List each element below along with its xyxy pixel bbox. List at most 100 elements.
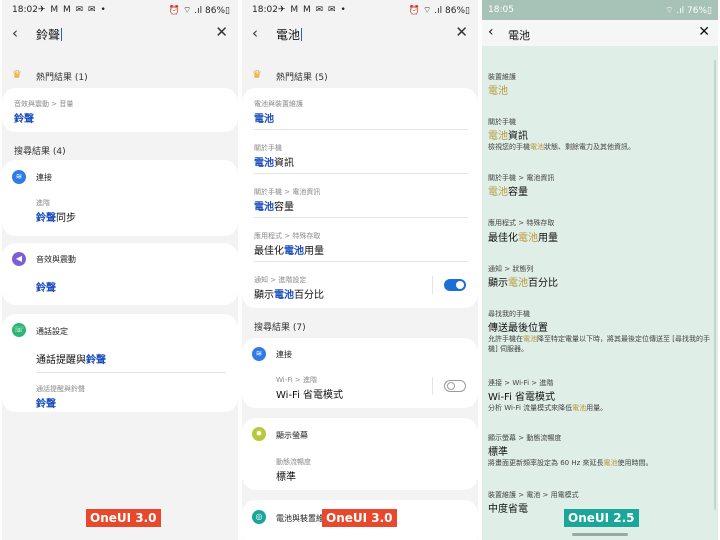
result-summary: 將畫面更新頻率設定為 60 Hz 來延長電池使用時間。 [488, 459, 653, 467]
status-time: 18:05 [488, 5, 514, 15]
result-value: 電池容量 [488, 187, 528, 198]
result-value: 電池資訊 [254, 158, 294, 169]
status-right: ⏰ ⌔ .ıl 86%▯ [408, 6, 470, 16]
category-label: 電池與裝置維 [276, 514, 324, 523]
notification-icons: ✈ M M ✉ ✉ • [38, 5, 107, 15]
divider [36, 372, 226, 373]
result-value: 電池 [488, 86, 508, 97]
result-value: Wi-Fi 省電模式 [276, 390, 344, 401]
top-result-card[interactable]: 音效與震動 > 音量 鈴聲 [2, 88, 238, 132]
result-path: 音效與震動 > 音量 [14, 100, 74, 108]
divider [254, 261, 468, 262]
category-card-sounds: ◀ 音效與震動 鈴聲 [2, 243, 238, 305]
result-value[interactable]: 鈴聲 [36, 279, 56, 294]
scrollbar[interactable] [714, 60, 716, 510]
version-badge: OneUI 3.0 [86, 509, 161, 527]
divider [254, 217, 468, 218]
divider [432, 276, 433, 294]
text-cursor [61, 28, 63, 41]
result-path: 動態流暢度 [276, 458, 311, 466]
top-results-card: 電池與裝置維護 電池 關於手機 電池資訊 關於手機 > 電池資訊 電池容量 應用… [242, 88, 478, 308]
divider [432, 377, 433, 395]
result-path: 關於手機 > 電池資訊 [254, 188, 321, 196]
result-path: 裝置維護 > 電池 > 用電模式 [488, 491, 579, 499]
close-icon[interactable]: ✕ [698, 24, 710, 40]
result-value: 最佳化電池用量 [488, 233, 558, 244]
back-arrow-icon[interactable]: ‹ [252, 24, 258, 42]
divider [254, 129, 468, 130]
result-value: 標準 [488, 447, 508, 458]
wifi-icon: ≋ [252, 347, 266, 361]
result-path: 關於手機 [254, 144, 282, 152]
speaker-icon: ◀ [12, 252, 26, 266]
search-results-header: 搜尋結果 (7) [254, 323, 306, 333]
search-input[interactable]: 電池 [276, 26, 303, 43]
category-label: 連接 [36, 173, 52, 182]
wifi-power-saving-toggle[interactable] [444, 380, 466, 392]
result-value: 電池 [254, 114, 274, 125]
result-value: 顯示電池百分比 [488, 278, 558, 289]
result-path: 通知 > 狀態列 [488, 265, 534, 273]
result-value: 鈴聲 [14, 114, 34, 125]
version-badge: OneUI 2.5 [564, 509, 639, 527]
result-path: 通知 > 進階設定 [254, 276, 307, 284]
sun-icon: ✹ [252, 427, 266, 441]
result-path: 進階 [36, 199, 50, 207]
top-results-header: 熱門結果 (5) [276, 73, 328, 83]
oneui25-battery-panel: 18:05 ⌔ .ıl 76%▯ ‹ 電池 ✕ 裝置維護 電池 關於手機 電池資… [482, 0, 718, 540]
close-icon[interactable]: ✕ [455, 23, 468, 41]
result-summary: 檢視您的手機電池狀態、剩餘電力及其他資訊。 [488, 143, 635, 151]
category-card-call-settings: ☏ 通話設定 通話提醒與鈴聲 通話提醒與鈴聲 鈴聲 [2, 314, 238, 412]
category-card-display: ✹ 顯示螢幕 動態流暢度 標準 [242, 418, 478, 490]
search-input[interactable]: 電池 [508, 27, 530, 43]
navigation-handle[interactable] [572, 533, 628, 536]
result-path: 尋找我的手機 [488, 310, 530, 318]
category-card-connections: ≋ 連接 Wi-Fi > 進階 Wi-Fi 省電模式 [242, 338, 478, 408]
result-value: 鈴聲同步 [36, 213, 76, 224]
close-icon[interactable]: ✕ [215, 23, 228, 41]
search-results-header: 搜尋結果 (4) [14, 147, 66, 157]
result-summary: 分析 Wi-Fi 流量模式來降低電池用量。 [488, 404, 608, 412]
result-value: 顯示電池百分比 [254, 290, 324, 301]
text-cursor [301, 28, 303, 41]
top-results-header: 熱門結果 (1) [36, 73, 88, 83]
category-label: 通話設定 [36, 327, 68, 336]
category-card-connections: ≋ 連接 進階 鈴聲同步 [2, 160, 238, 236]
search-bar: ‹ 鈴聲 ✕ [2, 22, 238, 46]
result-value: 中度省電 [488, 504, 528, 515]
result-path: 應用程式 > 特殊存取 [488, 219, 555, 227]
result-path: 應用程式 > 特殊存取 [254, 232, 321, 240]
result-value[interactable]: 通話提醒與鈴聲 [36, 351, 106, 366]
oneui3-ringtone-panel: 18:02 ✈ M M ✉ ✉ • ⏰ ⌔ .ıl 86%▯ ‹ 鈴聲 ✕ ♛ … [2, 0, 238, 540]
result-path: 通話提醒與鈴聲 [36, 385, 85, 393]
result-value: 最佳化電池用量 [254, 246, 324, 257]
wifi-icon: ≋ [12, 170, 26, 184]
result-value: 鈴聲 [36, 399, 56, 410]
status-right: ⏰ ⌔ .ıl 86%▯ [168, 6, 230, 16]
result-path: 連接 > Wi-Fi > 進階 [488, 379, 554, 387]
search-input[interactable]: 鈴聲 [36, 26, 63, 43]
status-bar: 18:05 ⌔ .ıl 76%▯ [482, 0, 718, 20]
crown-icon: ♛ [252, 68, 262, 81]
search-bar: ‹ 電池 ✕ [482, 20, 718, 46]
oneui3-battery-panel: 18:02 ✈ M M ✉ ✉ • ⏰ ⌔ .ıl 86%▯ ‹ 電池 ✕ ♛ … [242, 0, 478, 540]
result-value: 標準 [276, 472, 296, 483]
result-path: Wi-Fi > 進階 [276, 376, 318, 384]
result-path: 關於手機 > 電池資訊 [488, 174, 555, 182]
category-label: 音效與震動 [36, 255, 76, 264]
search-query: 鈴聲 [36, 28, 61, 42]
notification-icons: ✈ M M ✉ ✉ • [278, 5, 347, 15]
status-bar: 18:02 ✈ M M ✉ ✉ • ⏰ ⌔ .ıl 86%▯ [242, 0, 478, 20]
back-arrow-icon[interactable]: ‹ [12, 24, 18, 42]
result-path: 電池與裝置維護 [254, 100, 303, 108]
result-value: 傳送最後位置 [488, 323, 548, 334]
battery-percentage-toggle[interactable] [444, 279, 466, 291]
result-path: 顯示螢幕 > 動態流暢度 [488, 434, 562, 442]
result-value: 電池資訊 [488, 131, 528, 142]
search-bar: ‹ 電池 ✕ [242, 22, 478, 46]
back-arrow-icon[interactable]: ‹ [488, 24, 494, 40]
result-value: Wi-Fi 省電模式 [488, 392, 556, 403]
result-summary: 允許手機在電池降至特定電量以下時，將其最後定位傳送至 [尋找我的手機] 伺服器。 [488, 335, 710, 353]
result-path: 裝置維護 [488, 73, 516, 81]
version-badge: OneUI 3.0 [322, 509, 397, 527]
